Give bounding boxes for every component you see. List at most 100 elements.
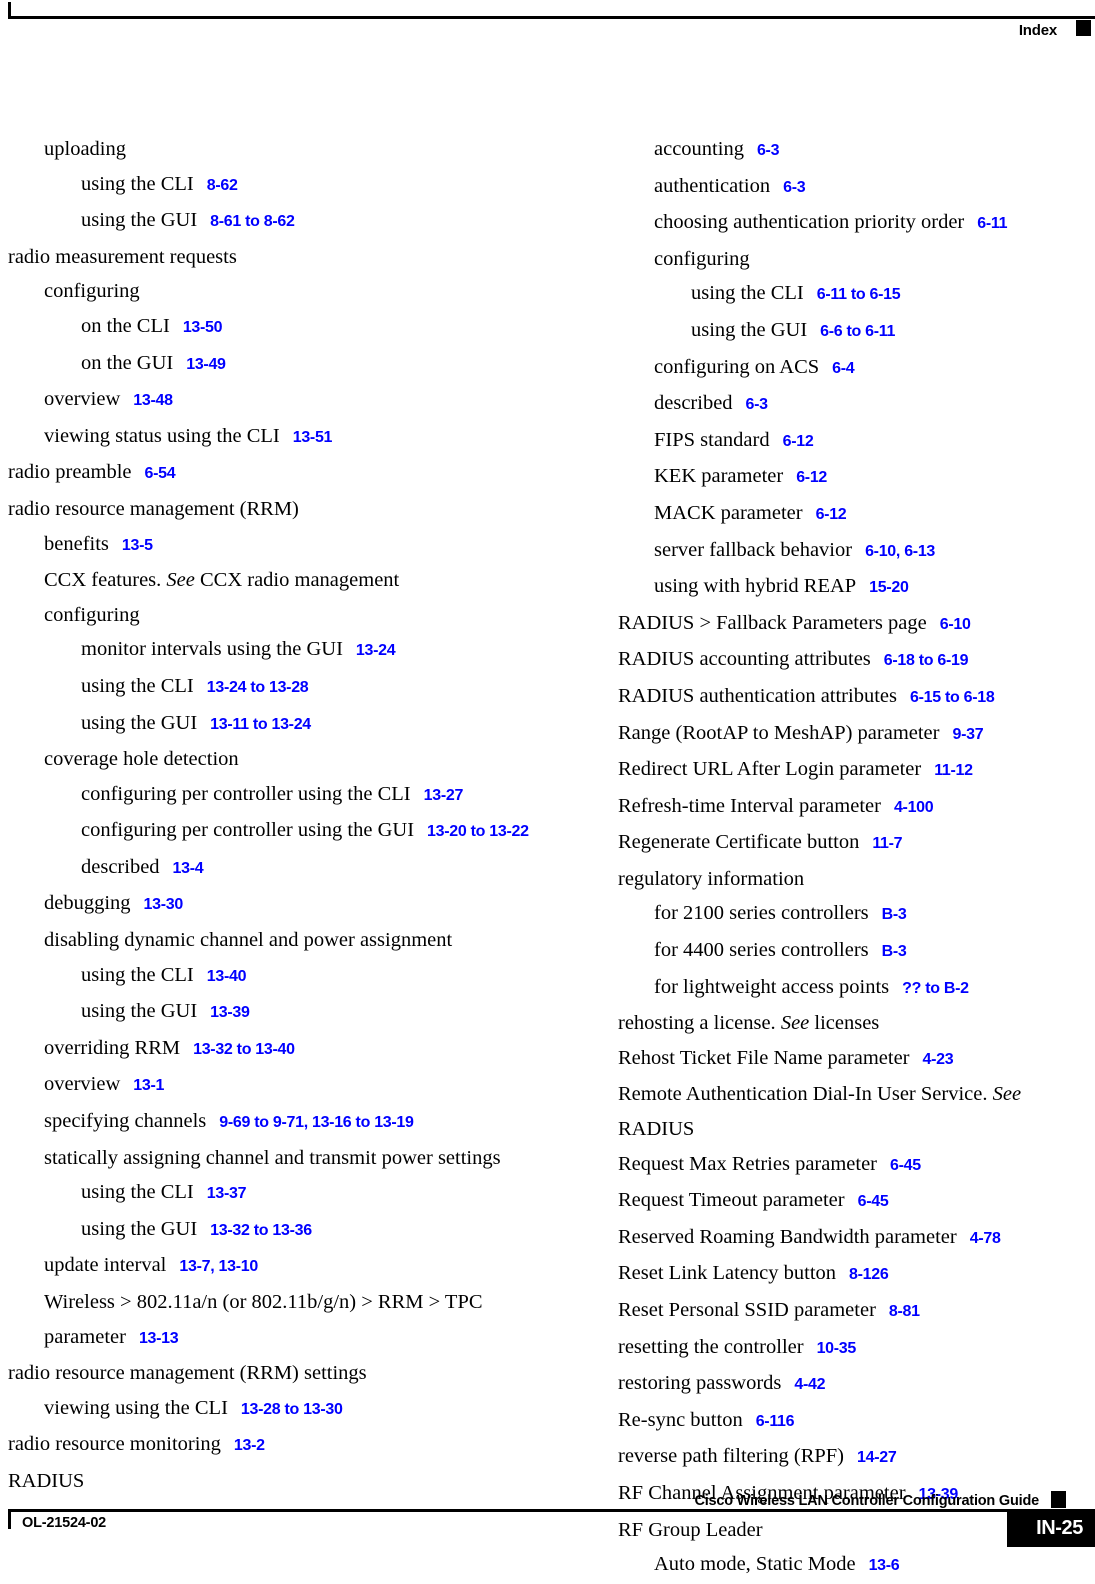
index-entry-text: RADIUS > Fallback Parameters page bbox=[618, 611, 927, 634]
index-entry: Wireless > 802.11a/n (or 802.11b/g/n) > … bbox=[44, 1285, 548, 1356]
index-page-reference[interactable]: 15-20 bbox=[869, 579, 909, 596]
index-entry-text: radio resource monitoring bbox=[8, 1433, 221, 1456]
index-page-reference[interactable]: 6-12 bbox=[796, 469, 827, 486]
index-page-reference[interactable]: 4-23 bbox=[923, 1051, 954, 1068]
index-page-reference[interactable]: 13-51 bbox=[293, 429, 333, 446]
index-entry: using the CLI 13-24 to 13-28 bbox=[81, 669, 548, 706]
index-entry-text: using the CLI bbox=[81, 172, 194, 195]
index-page-reference[interactable]: 11-12 bbox=[934, 762, 973, 779]
index-page-reference[interactable]: B-3 bbox=[882, 906, 907, 923]
index-cross-reference-target: licenses bbox=[809, 1012, 880, 1035]
index-page-reference[interactable]: 13-20 to 13-22 bbox=[427, 823, 529, 840]
index-page-reference[interactable]: 6-10, 6-13 bbox=[865, 543, 935, 560]
index-page-reference[interactable]: 13-4 bbox=[173, 860, 204, 877]
index-page-reference[interactable]: 4-42 bbox=[794, 1376, 825, 1393]
index-page-reference[interactable]: 6-3 bbox=[746, 396, 769, 413]
index-entry-text: disabling dynamic channel and power assi… bbox=[44, 929, 453, 952]
index-page-reference[interactable]: 6-4 bbox=[832, 360, 855, 377]
index-page-reference[interactable]: 13-49 bbox=[186, 356, 226, 373]
index-page-reference[interactable]: 4-100 bbox=[894, 799, 934, 816]
index-page-reference[interactable]: 13-24 bbox=[356, 642, 396, 659]
index-page-reference[interactable]: 6-45 bbox=[858, 1193, 889, 1210]
index-page-reference[interactable]: 8-81 bbox=[889, 1303, 920, 1320]
index-entry-text: RADIUS accounting attributes bbox=[618, 648, 871, 671]
index-page-reference[interactable]: 6-3 bbox=[783, 179, 806, 196]
index-page-reference[interactable]: 6-10 bbox=[940, 616, 971, 633]
index-page-reference[interactable]: 6-11 to 6-15 bbox=[817, 286, 901, 303]
index-page-reference[interactable]: 11-7 bbox=[872, 835, 902, 852]
index-entry-text: coverage hole detection bbox=[44, 748, 239, 771]
index-page-reference[interactable]: 13-6 bbox=[869, 1557, 900, 1574]
index-page-reference[interactable]: 6-11 bbox=[977, 215, 1007, 232]
index-entry-text: described bbox=[81, 855, 160, 878]
index-entry-text: choosing authentication priority order bbox=[654, 211, 965, 234]
index-page-reference[interactable]: 13-11 to 13-24 bbox=[210, 716, 311, 733]
index-page-reference[interactable]: 8-126 bbox=[849, 1266, 889, 1283]
index-entry: for 2100 series controllers B-3 bbox=[654, 896, 1088, 933]
index-page-reference[interactable]: 6-45 bbox=[890, 1157, 921, 1174]
index-page-reference[interactable]: 6-116 bbox=[756, 1413, 795, 1430]
index-entry: authentication 6-3 bbox=[654, 169, 1088, 206]
index-page-reference[interactable]: 6-6 to 6-11 bbox=[820, 323, 895, 340]
index-page-reference[interactable]: 13-28 to 13-30 bbox=[241, 1401, 343, 1418]
index-page-reference[interactable]: 13-7, 13-10 bbox=[179, 1258, 258, 1275]
index-page-reference[interactable]: 6-18 to 6-19 bbox=[884, 652, 969, 669]
index-page-reference[interactable]: 13-27 bbox=[424, 787, 464, 804]
index-page-reference[interactable]: B-3 bbox=[882, 943, 907, 960]
index-entry-text: Refresh-time Interval parameter bbox=[618, 794, 881, 817]
index-page-reference[interactable]: 13-48 bbox=[133, 392, 173, 409]
index-page-reference[interactable]: 13-40 bbox=[207, 968, 247, 985]
index-entry-text: configuring bbox=[44, 280, 140, 303]
index-entry: configuring bbox=[654, 242, 1088, 277]
index-page-reference[interactable]: 13-30 bbox=[144, 896, 184, 913]
index-page-reference[interactable]: 13-24 to 13-28 bbox=[207, 679, 309, 696]
index-entry-text: configuring on ACS bbox=[654, 355, 820, 378]
index-page-reference[interactable]: 13-1 bbox=[133, 1077, 164, 1094]
index-entry-text: configuring per controller using the CLI bbox=[81, 782, 411, 805]
index-page-reference[interactable]: 13-2 bbox=[234, 1437, 265, 1454]
index-page-reference[interactable]: 13-50 bbox=[183, 319, 223, 336]
index-entry-text: Redirect URL After Login parameter bbox=[618, 758, 922, 781]
index-entry-text: radio resource management (RRM) settings bbox=[8, 1362, 367, 1385]
index-entry: overview 13-48 bbox=[44, 382, 548, 419]
index-page-reference[interactable]: 6-15 to 6-18 bbox=[910, 689, 995, 706]
index-entry-text: Range (RootAP to MeshAP) parameter bbox=[618, 721, 940, 744]
index-entry: Regenerate Certificate button 11-7 bbox=[618, 825, 1088, 862]
index-page-reference[interactable]: 13-39 bbox=[210, 1004, 250, 1021]
index-page-reference[interactable]: 4-78 bbox=[970, 1230, 1001, 1247]
index-page-reference[interactable]: 13-5 bbox=[122, 537, 153, 554]
page-header: Index bbox=[0, 0, 1095, 58]
index-entry-text: described bbox=[654, 392, 733, 415]
index-page-reference[interactable]: 13-32 to 13-36 bbox=[210, 1222, 312, 1239]
index-entry-text: accounting bbox=[654, 138, 744, 160]
index-entry: RADIUS authentication attributes 6-15 to … bbox=[618, 679, 1088, 716]
index-entry: using the CLI 13-37 bbox=[81, 1175, 548, 1212]
index-page-reference[interactable]: 6-12 bbox=[783, 433, 814, 450]
index-entry: Request Timeout parameter 6-45 bbox=[618, 1183, 1088, 1220]
index-entry: described 13-4 bbox=[81, 850, 548, 887]
index-entry: using the GUI 13-11 to 13-24 bbox=[81, 706, 548, 743]
index-entry: Rehost Ticket File Name parameter 4-23 bbox=[618, 1041, 1088, 1078]
index-entry-text: using the GUI bbox=[81, 1217, 198, 1240]
index-page-reference[interactable]: 6-3 bbox=[757, 142, 780, 159]
index-column-left: uploading using the CLI 8-62 using the GUI 8… bbox=[8, 132, 548, 1499]
index-entry: Auto mode, Static Mode 13-6 bbox=[654, 1547, 1088, 1584]
index-page-reference[interactable]: 9-69 to 9-71, 13-16 to 13-19 bbox=[219, 1114, 414, 1131]
index-entry: radio measurement requests bbox=[8, 240, 548, 275]
index-entry: regulatory information bbox=[618, 862, 1088, 897]
index-page-reference[interactable]: 8-62 bbox=[207, 177, 238, 194]
index-entry: viewing using the CLI 13-28 to 13-30 bbox=[44, 1391, 548, 1428]
index-entry: Re-sync button 6-116 bbox=[618, 1403, 1088, 1440]
index-page-reference[interactable]: 6-54 bbox=[145, 465, 176, 482]
index-page-reference[interactable]: 10-35 bbox=[817, 1340, 857, 1357]
index-page-reference[interactable]: 13-32 to 13-40 bbox=[193, 1041, 295, 1058]
index-page-reference[interactable]: 8-61 to 8-62 bbox=[210, 213, 295, 230]
index-entry-text: Reset Link Latency button bbox=[618, 1262, 837, 1285]
index-entry-text: MACK parameter bbox=[654, 501, 803, 524]
index-page-reference[interactable]: 9-37 bbox=[952, 726, 983, 743]
index-page-reference[interactable]: ?? to B-2 bbox=[902, 980, 969, 997]
index-page-reference[interactable]: 13-13 bbox=[139, 1330, 179, 1347]
index-page-reference[interactable]: 6-12 bbox=[816, 506, 847, 523]
index-page-reference[interactable]: 13-37 bbox=[207, 1185, 247, 1202]
index-entry-text: using the GUI bbox=[81, 1000, 198, 1023]
